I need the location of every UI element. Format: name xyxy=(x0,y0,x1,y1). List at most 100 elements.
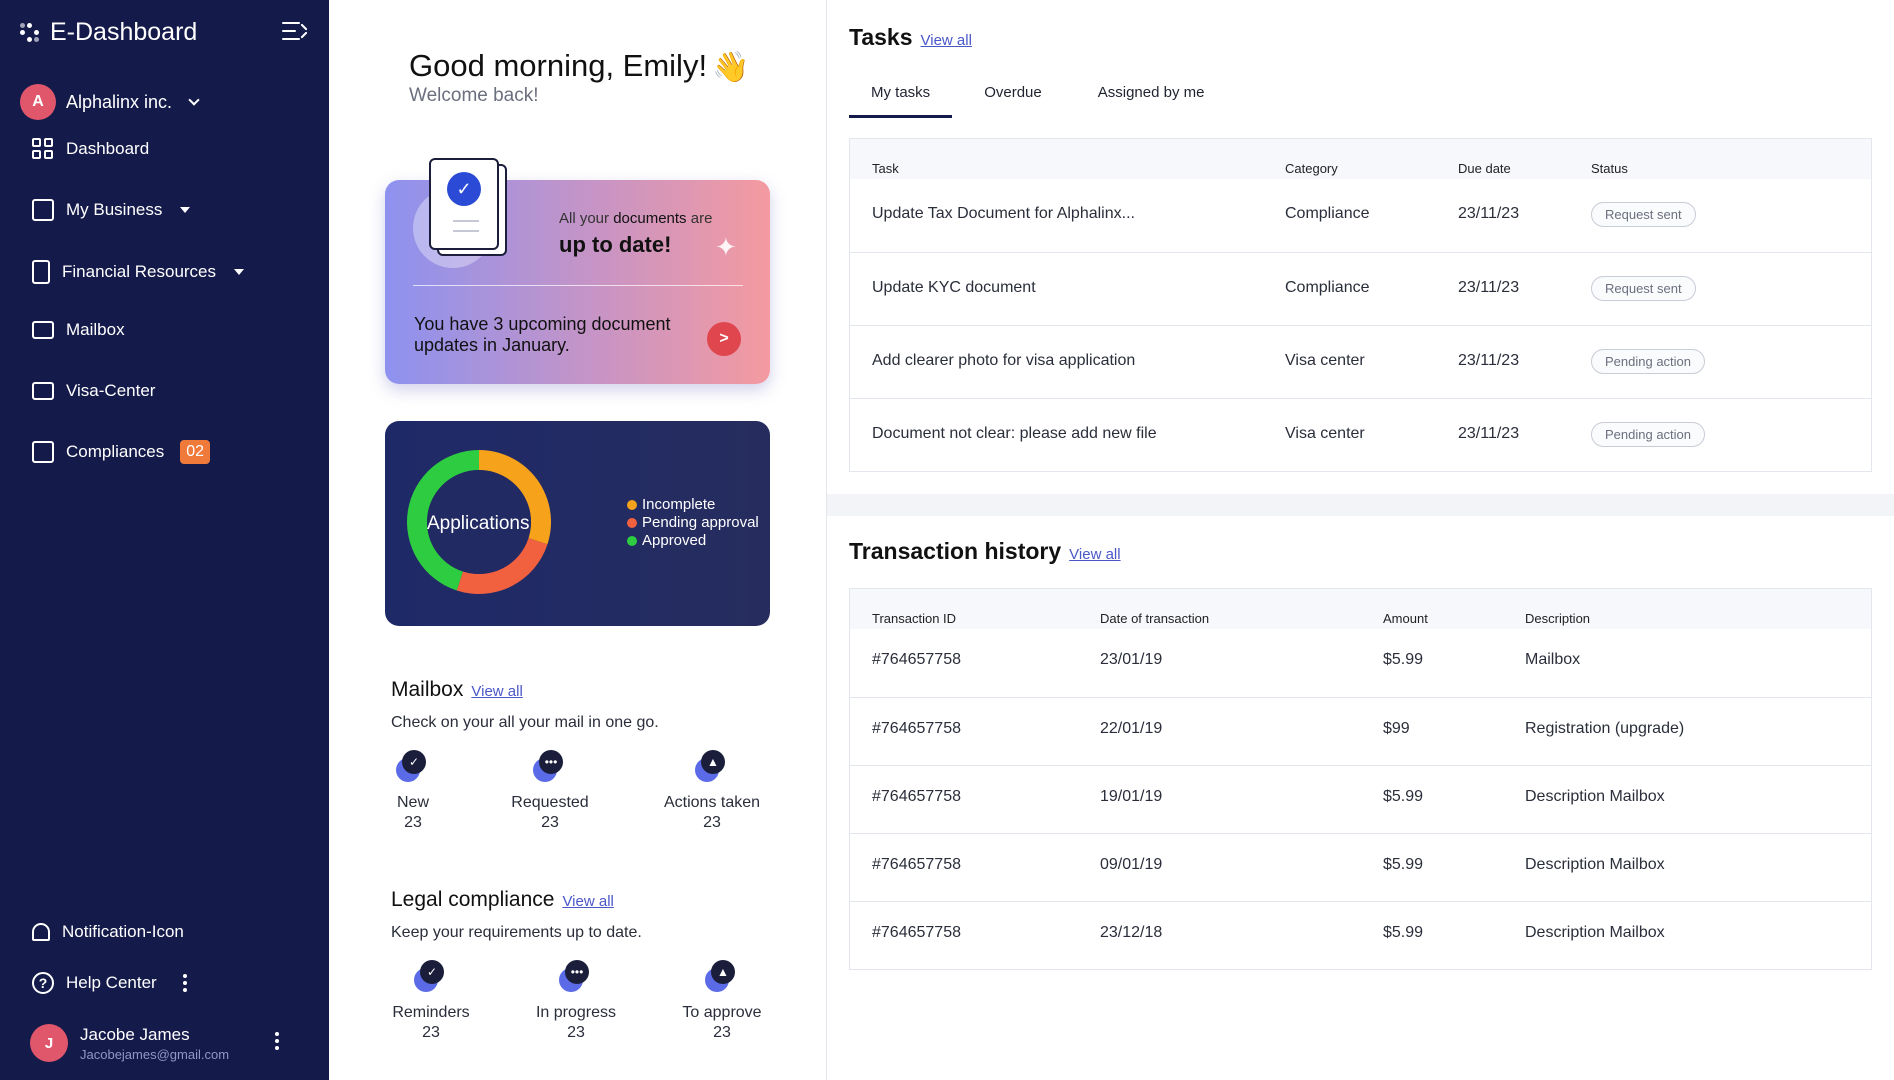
transactions-view-all-link[interactable]: View all xyxy=(1069,546,1120,563)
documents-status: up to date! xyxy=(559,232,672,257)
user-email: Jacobejames@gmail.com xyxy=(80,1046,230,1062)
sparkle-icon: ✦ xyxy=(715,232,737,262)
table-row[interactable]: Document not clear: please add new file … xyxy=(850,398,1871,471)
more-vertical-icon[interactable] xyxy=(182,974,187,992)
logo-icon xyxy=(20,22,40,43)
nav-help-center[interactable]: ? Help Center xyxy=(32,972,187,994)
transactions-panel: Transaction history View all Transaction … xyxy=(827,516,1894,996)
bell-icon: ▲ xyxy=(695,750,729,784)
tab-my-tasks[interactable]: My tasks xyxy=(849,78,953,118)
legal-subtitle: Keep your requirements up to date. xyxy=(391,924,642,941)
bell-icon xyxy=(32,923,50,941)
legend-item: Approved xyxy=(627,532,759,550)
nav-label: Notification-Icon xyxy=(62,922,184,941)
app-title: E-Dashboard xyxy=(50,18,198,46)
nav-mailbox[interactable]: Mailbox xyxy=(32,320,125,340)
table-row[interactable]: #764657758 23/01/19 $5.99 Mailbox xyxy=(850,629,1871,697)
user-menu-icon[interactable] xyxy=(275,1032,279,1050)
check-badge-icon: ✓ xyxy=(396,750,430,784)
status-badge: Pending action xyxy=(1591,349,1706,374)
mailbox-stat-actions-taken[interactable]: ▲ Actions taken 23 xyxy=(657,750,767,832)
legal-stat-in-progress[interactable]: ••• In progress 23 xyxy=(532,960,620,1042)
legend-item: Incomplete xyxy=(627,496,759,514)
brand[interactable]: E-Dashboard xyxy=(20,18,197,47)
sidebar: E-Dashboard A Alphalinx inc. Dashboard M… xyxy=(0,0,329,1080)
panel-separator xyxy=(827,494,1894,516)
chat-dots-icon: ••• xyxy=(559,960,593,994)
status-badge: Pending action xyxy=(1591,422,1706,447)
nav-label: Mailbox xyxy=(66,320,125,339)
nav-dashboard[interactable]: Dashboard xyxy=(32,138,149,160)
view-updates-button[interactable]: > xyxy=(707,322,741,356)
table-row[interactable]: Update KYC document Compliance 23/11/23 … xyxy=(850,252,1871,325)
tasks-table: Task Category Due date Status Update Tax… xyxy=(849,138,1872,472)
clipboard-icon xyxy=(32,441,54,463)
tasks-tabs: My tasks Overdue Assigned by me xyxy=(849,78,1260,118)
collapse-sidebar-icon[interactable] xyxy=(282,20,308,42)
chart-icon xyxy=(32,199,54,221)
legend-item: Pending approval xyxy=(627,514,759,532)
chat-dots-icon: ••• xyxy=(533,750,567,784)
nav-compliances[interactable]: Compliances 02 xyxy=(32,440,211,464)
nav-label: Compliances xyxy=(66,442,165,461)
table-header: Task Category Due date Status xyxy=(850,139,1871,179)
bell-icon: ▲ xyxy=(705,960,739,994)
nav-label: Dashboard xyxy=(66,139,150,158)
check-badge-icon: ✓ xyxy=(414,960,448,994)
tab-assigned-by-me[interactable]: Assigned by me xyxy=(1098,78,1205,118)
tasks-panel: Tasks View all My tasks Overdue Assigned … xyxy=(827,0,1894,494)
org-switcher[interactable]: A Alphalinx inc. xyxy=(20,84,200,120)
dollar-doc-icon xyxy=(32,260,50,284)
documents-status-caption: All your documents are xyxy=(559,210,713,227)
legal-section-title: Legal compliance View all xyxy=(391,888,614,911)
mailbox-view-all-link[interactable]: View all xyxy=(471,683,522,700)
mailbox-stat-new[interactable]: ✓ New 23 xyxy=(390,750,436,832)
verified-icon: ✓ xyxy=(447,172,481,206)
nav-notifications[interactable]: Notification-Icon xyxy=(32,922,184,942)
mailbox-section-title: Mailbox View all xyxy=(391,678,523,701)
mailbox-stat-requested[interactable]: ••• Requested 23 xyxy=(505,750,595,832)
nav-label: Visa-Center xyxy=(66,381,156,400)
table-row[interactable]: #764657758 09/01/19 $5.99 Description Ma… xyxy=(850,833,1871,901)
tab-overdue[interactable]: Overdue xyxy=(984,78,1042,118)
applications-title: Applications xyxy=(427,513,530,534)
document-illustration: ✓ xyxy=(413,158,513,278)
user-profile[interactable]: J Jacobe James Jacobejames@gmail.com xyxy=(30,1024,229,1062)
divider xyxy=(413,285,743,286)
applications-legend: Incomplete Pending approval Approved xyxy=(627,496,759,550)
table-row[interactable]: #764657758 22/01/19 $99 Registration (up… xyxy=(850,697,1871,765)
table-row[interactable]: #764657758 19/01/19 $5.99 Description Ma… xyxy=(850,765,1871,833)
legal-stat-reminders[interactable]: ✓ Reminders 23 xyxy=(390,960,472,1042)
table-header: Transaction ID Date of transaction Amoun… xyxy=(850,589,1871,629)
nav-financial-resources[interactable]: Financial Resources xyxy=(32,260,245,284)
nav-my-business[interactable]: My Business xyxy=(32,199,191,221)
chevron-down-icon xyxy=(188,94,200,106)
legal-stat-to-approve[interactable]: ▲ To approve 23 xyxy=(678,960,766,1042)
legal-view-all-link[interactable]: View all xyxy=(562,893,613,910)
caret-down-icon xyxy=(180,207,191,213)
tasks-view-all-link[interactable]: View all xyxy=(921,32,972,49)
transactions-title: Transaction history View all xyxy=(849,538,1121,564)
table-row[interactable]: Add clearer photo for visa application V… xyxy=(850,325,1871,398)
mail-icon xyxy=(32,321,54,339)
wave-icon: 👋 xyxy=(712,51,750,84)
nav-label: Financial Resources xyxy=(62,262,217,281)
greeting-prefix: Good morning, xyxy=(409,48,623,83)
mailbox-subtitle: Check on your all your mail in one go. xyxy=(391,714,659,731)
applications-card: Applications Incomplete Pending approval… xyxy=(385,421,770,626)
status-badge: Request sent xyxy=(1591,276,1696,301)
upcoming-updates-text: You have 3 upcoming document updates in … xyxy=(414,314,671,355)
help-icon: ? xyxy=(32,972,54,994)
welcome-text: Welcome back! xyxy=(409,85,539,106)
status-badge: Request sent xyxy=(1591,202,1696,227)
table-row[interactable]: #764657758 23/12/18 $5.99 Description Ma… xyxy=(850,901,1871,969)
user-name: Jacobe James xyxy=(80,1024,190,1044)
greeting-name: Emily! xyxy=(622,48,708,83)
caret-down-icon xyxy=(234,269,245,275)
nav-label: My Business xyxy=(66,200,163,219)
nav-visa-center[interactable]: Visa-Center xyxy=(32,381,155,401)
grid-icon xyxy=(32,138,54,160)
org-name: Alphalinx inc. xyxy=(66,91,173,112)
table-row[interactable]: Update Tax Document for Alphalinx... Com… xyxy=(850,179,1871,252)
documents-card: ✓ All your documents are up to date! ✦ Y… xyxy=(385,158,770,384)
